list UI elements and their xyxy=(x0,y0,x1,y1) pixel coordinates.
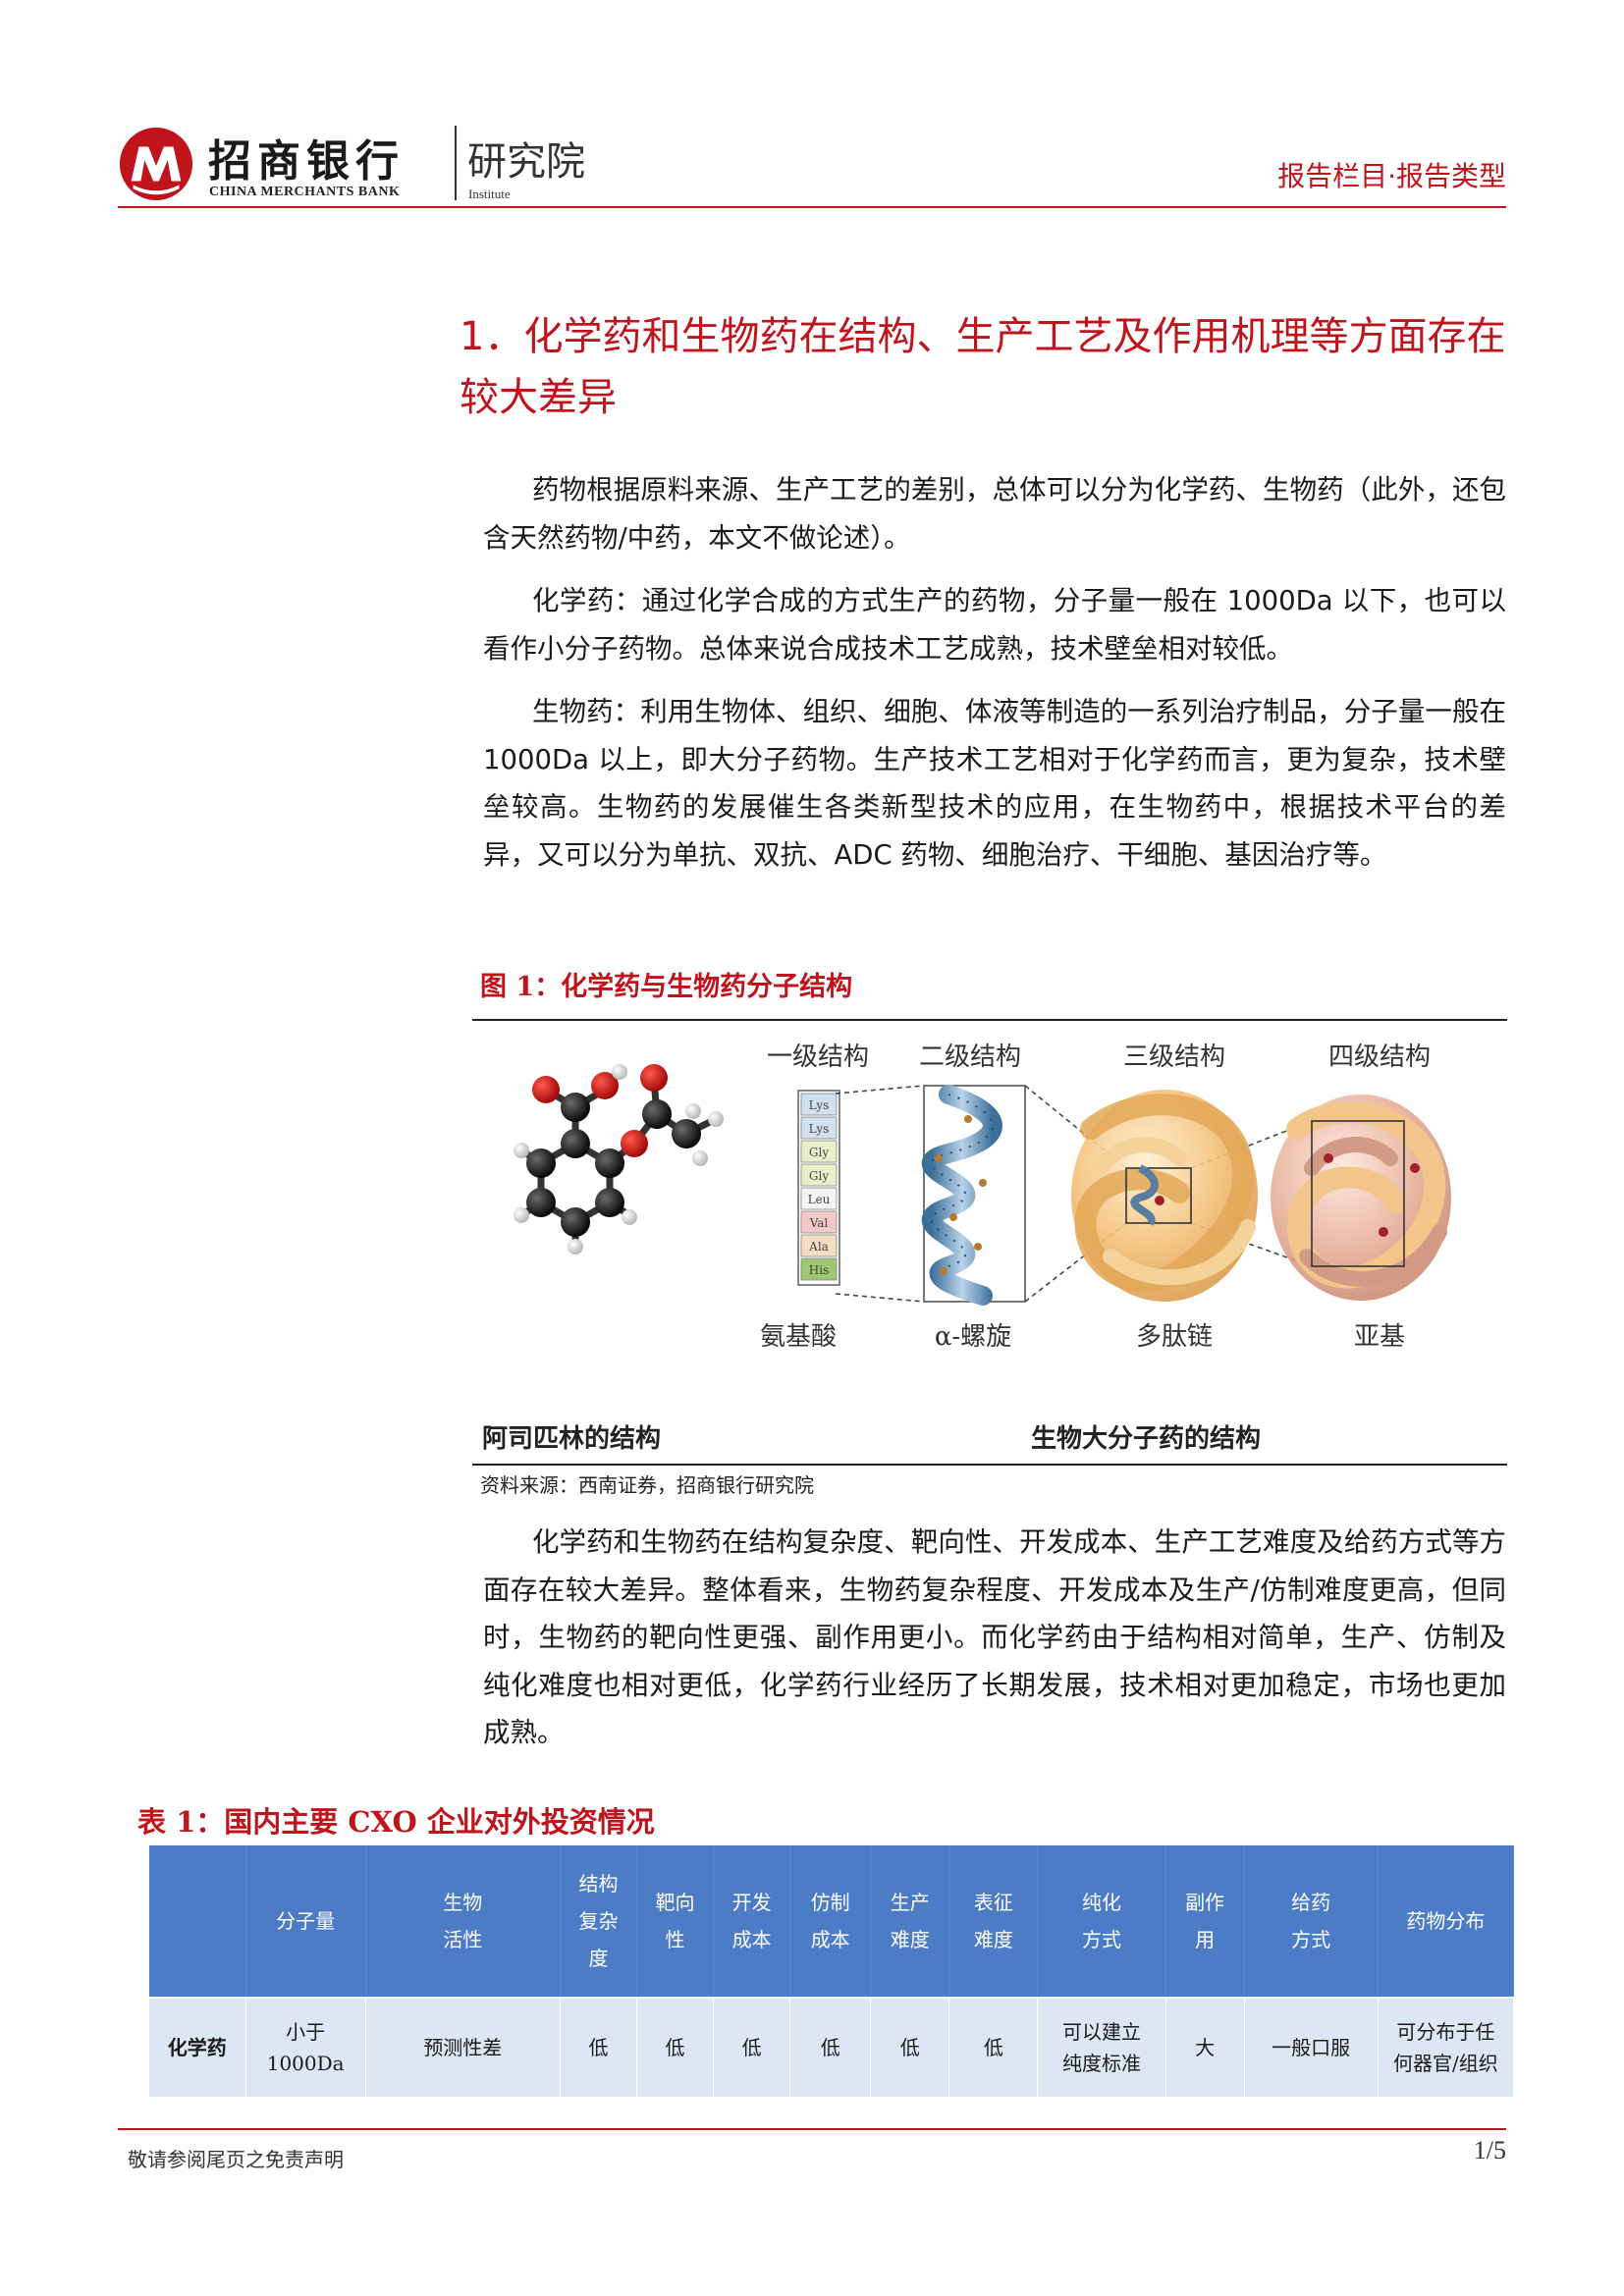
paragraph-chemical-drug: 化学药：通过化学合成的方式生产的药物，分子量一般在 1000Da 以下，也可以看… xyxy=(483,585,1506,665)
section-title: 1．化学药和生物药在结构、生产工艺及作用机理等方面存在较大差异 xyxy=(460,314,1506,420)
table-cell: 一般口服 xyxy=(1244,1997,1379,2097)
page-header: 招商银行 CHINA MERCHANTS BANK 研究院 Institute … xyxy=(118,116,1506,206)
table-row-header: 化学药 xyxy=(149,1997,246,2097)
brand-name-cn: 招商银行 xyxy=(208,136,405,187)
structure-sublabel-alpha-helix: α-螺旋 xyxy=(935,1322,1011,1352)
structure-level-label-2: 二级结构 xyxy=(919,1042,1021,1072)
structure-level-label-1: 一级结构 xyxy=(767,1042,869,1072)
table-header-cell: 药物分布 xyxy=(1378,1845,1515,1998)
table-cell: 大 xyxy=(1165,1997,1245,2097)
aspirin-molecule-model xyxy=(514,1064,724,1255)
figure-molecule-structures: 一级结构 二级结构 三级结构 四级结构 Lys Lys Gly Gly Leu Val Al… xyxy=(472,1021,1507,1464)
table-header-cell: 表征 难度 xyxy=(948,1845,1039,1998)
table-row: 化学药 小于 1000Da 预测性差低低低低低低可以建立 纯度标准大一般口服 可分布于… xyxy=(149,1997,1515,2097)
figure-source: 资料来源：西南证券，招商银行研究院 xyxy=(480,1473,814,1497)
table-cell: 低 xyxy=(560,1997,638,2097)
amino-acid-label: Lys xyxy=(809,1122,830,1136)
table-header-cell: 开发 成本 xyxy=(713,1845,791,1998)
table-header-cell: 给药 方式 xyxy=(1244,1845,1379,1998)
table-cell: 可以建立 纯度标准 xyxy=(1037,1997,1166,2097)
institute-name-cn: 研究院 xyxy=(467,139,585,185)
structure-level-label-4: 四级结构 xyxy=(1328,1042,1431,1072)
table-cell: 低 xyxy=(789,1997,872,2097)
table-title: 表 1：国内主要 CXO 企业对外投资情况 xyxy=(137,1805,655,1839)
table-cell: 低 xyxy=(713,1997,791,2097)
amino-acid-label: Gly xyxy=(809,1146,829,1159)
caption-biologic-structure: 生物大分子药的结构 xyxy=(1031,1423,1261,1454)
table-cell: 低 xyxy=(636,1997,715,2097)
table-header-cell: 结构 复杂 度 xyxy=(560,1845,638,1998)
drug-comparison-table: 分子量 生物 活性 结构 复杂 度靶向 性开发 成本 仿制 成本 生产 难度 表征 难度纯… xyxy=(149,1845,1515,2097)
table-header-cell xyxy=(149,1845,246,1998)
figure-illustration: 一级结构 二级结构 三级结构 四级结构 Lys Lys Gly Gly Leu Val Al… xyxy=(482,1042,1451,1454)
paragraph-intro: 药物根据原料来源、生产工艺的差别，总体可以分为化学药、生物药（此外，还包含天然药… xyxy=(483,474,1506,554)
table-cell: 小于 1000Da xyxy=(245,1997,366,2097)
amino-acid-chain: Lys Lys Gly Gly Leu Val Ala His xyxy=(797,1090,840,1286)
caption-aspirin-structure: 阿司匹林的结构 xyxy=(482,1423,661,1454)
china-merchants-bank-logo-icon xyxy=(119,127,193,201)
figure-title: 图 1：化学药与生物药分子结构 xyxy=(480,972,853,1002)
amino-acid-label: Leu xyxy=(808,1193,831,1206)
report-column-tag: 报告栏目·报告类型 xyxy=(1277,160,1506,192)
table-header-cell: 纯化 方式 xyxy=(1037,1845,1166,1998)
table-header-cell: 生物 活性 xyxy=(365,1845,561,1998)
amino-acid-label: Ala xyxy=(808,1240,829,1254)
table-header-cell: 副作 用 xyxy=(1165,1845,1245,1998)
header-rule xyxy=(118,206,1506,208)
institute-name-en: Institute xyxy=(468,187,511,201)
paragraph-biological-drug: 生物药：利用生物体、组织、细胞、体液等制造的一系列治疗制品，分子量一般在 100… xyxy=(483,696,1506,871)
table-header-row: 分子量 生物 活性 结构 复杂 度靶向 性开发 成本 仿制 成本 生产 难度 表征 难度纯… xyxy=(149,1845,1515,1998)
amino-acid-label: Val xyxy=(809,1216,829,1230)
page-number: 1/5 xyxy=(1473,2136,1506,2164)
paragraph-comparison: 化学药和生物药在结构复杂度、靶向性、开发成本、生产工艺难度及给药方式等方面存在较… xyxy=(483,1526,1506,1748)
subunit-quaternary-model xyxy=(1271,1095,1451,1301)
figure-bottom-rule xyxy=(472,1464,1507,1466)
structure-sublabel-subunit: 亚基 xyxy=(1354,1322,1405,1352)
polypeptide-tertiary-model xyxy=(1071,1090,1258,1302)
footer-rule xyxy=(118,2128,1506,2130)
amino-acid-label: Lys xyxy=(809,1098,830,1112)
table-cell: 低 xyxy=(870,1997,950,2097)
disclaimer-note: 敬请参阅尾页之免责声明 xyxy=(128,2148,344,2171)
brand-divider xyxy=(455,126,457,200)
table-header-cell: 分子量 xyxy=(245,1845,366,1998)
alpha-helix-model xyxy=(921,1085,1026,1306)
table-cell: 低 xyxy=(948,1997,1039,2097)
brand-name-en: CHINA MERCHANTS BANK xyxy=(209,185,401,199)
table-header-cell: 靶向 性 xyxy=(636,1845,715,1998)
table-header-cell: 仿制 成本 xyxy=(789,1845,872,1998)
amino-acid-label: Gly xyxy=(809,1169,829,1183)
structure-sublabel-amino-acid: 氨基酸 xyxy=(760,1322,837,1352)
amino-acid-label: His xyxy=(809,1263,829,1277)
table-cell: 预测性差 xyxy=(365,1997,561,2097)
structure-sublabel-polypeptide: 多肽链 xyxy=(1136,1322,1213,1352)
table-cell: 可分布于任 何器官/组织 xyxy=(1378,1997,1515,2097)
structure-level-label-3: 三级结构 xyxy=(1123,1042,1225,1072)
table-header-cell: 生产 难度 xyxy=(870,1845,950,1998)
